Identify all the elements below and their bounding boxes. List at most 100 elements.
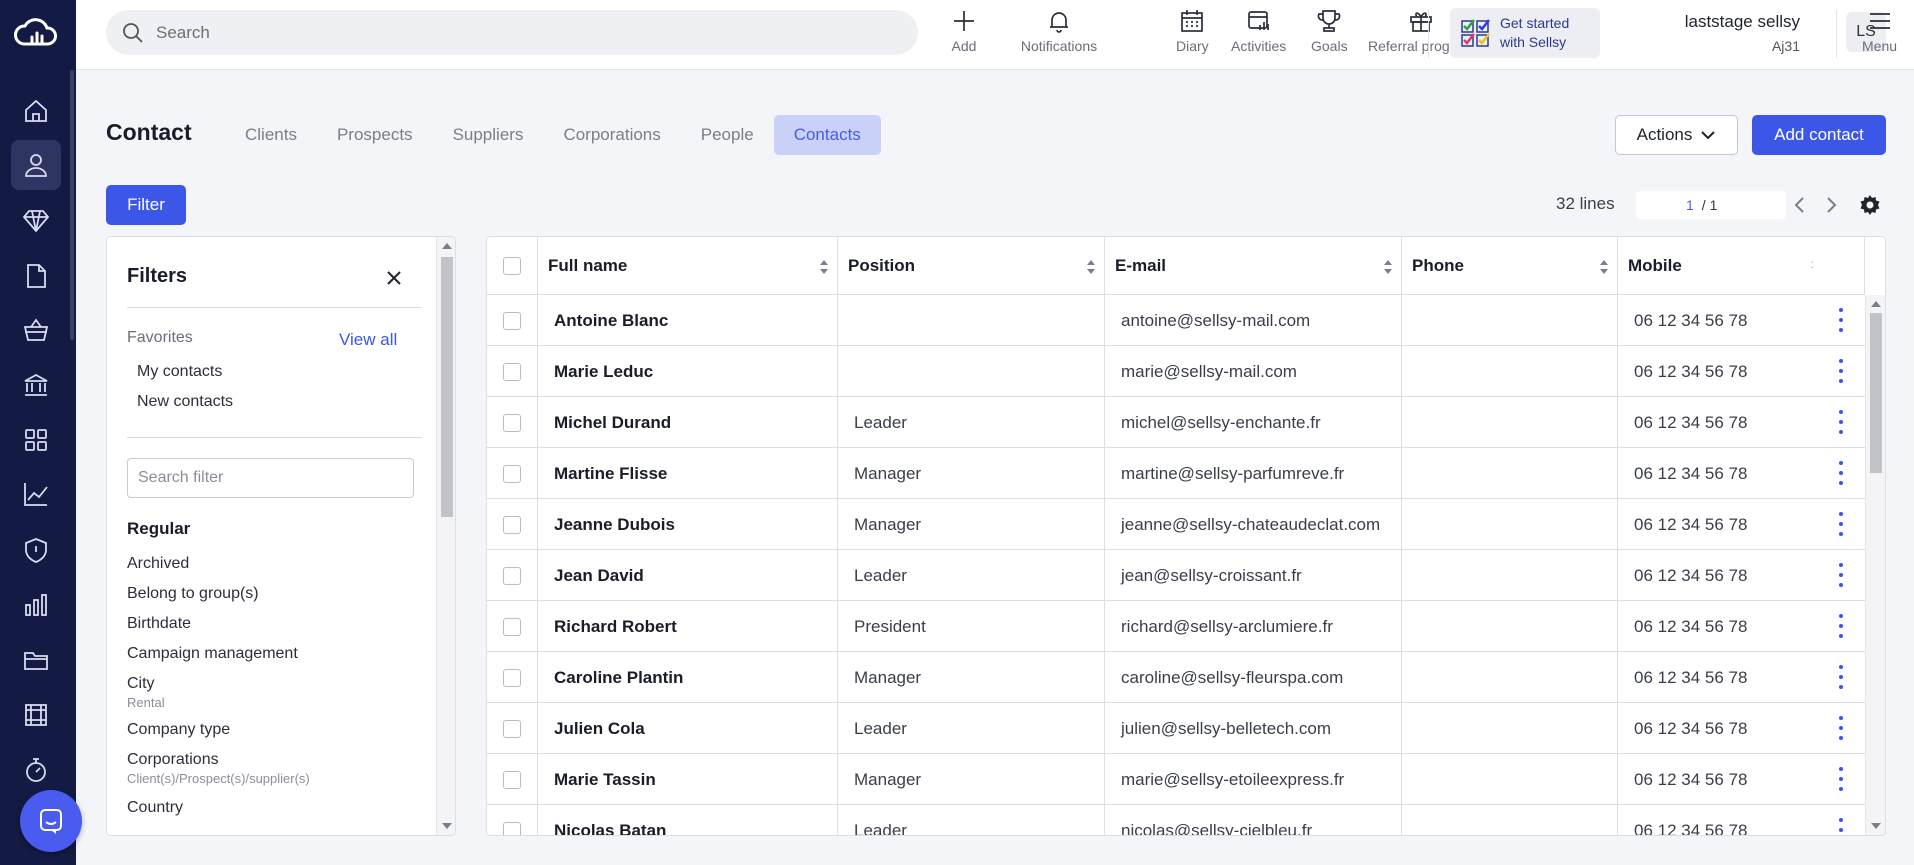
row-checkbox[interactable] (503, 821, 521, 835)
filters-scrollbar[interactable] (436, 237, 455, 835)
email-cell[interactable]: julien@sellsy-belletech.com (1105, 703, 1402, 754)
row-menu-icon[interactable] (1837, 716, 1845, 740)
table-row[interactable]: Antoine Blanc antoine@sellsy-mail.com 06 1… (487, 295, 1867, 346)
activities-button[interactable]: Activities (1231, 8, 1286, 54)
filter-option[interactable]: Belong to group(s) (127, 585, 259, 603)
full-name-cell[interactable]: Michel Durand (538, 397, 838, 448)
table-row[interactable]: Marie Tassin Manager marie@sellsy-etoileex… (487, 754, 1867, 805)
table-row[interactable]: Michel Durand Leader michel@sellsy-enchant… (487, 397, 1867, 448)
filter-option[interactable]: Birthdate (127, 615, 191, 633)
user-info[interactable]: laststage sellsy Aj31 (1630, 12, 1800, 54)
sort-icon[interactable] (1383, 259, 1393, 275)
table-row[interactable]: Richard Robert President richard@sellsy-ar… (487, 601, 1867, 652)
full-name-cell[interactable]: Caroline Plantin (538, 652, 838, 703)
sort-icon[interactable] (1599, 259, 1609, 275)
email-cell[interactable]: martine@sellsy-parfumreve.fr (1105, 448, 1402, 499)
shield-icon[interactable] (11, 525, 61, 575)
full-name-cell[interactable]: Richard Robert (538, 601, 838, 652)
row-menu-icon[interactable] (1837, 818, 1845, 835)
scroll-thumb[interactable] (441, 257, 453, 517)
table-row[interactable]: Marie Leduc marie@sellsy-mail.com 06 12 34… (487, 346, 1867, 397)
row-menu-icon[interactable] (1837, 563, 1845, 587)
get-started-button[interactable]: Get started with Sellsy (1450, 8, 1600, 58)
email-cell[interactable]: richard@sellsy-arclumiere.fr (1105, 601, 1402, 652)
apps-icon[interactable] (11, 415, 61, 465)
table-row[interactable]: Jean David Leader jean@sellsy-croissant.fr… (487, 550, 1867, 601)
full-name-cell[interactable]: Marie Tassin (538, 754, 838, 805)
column-position[interactable]: Position (838, 237, 1105, 295)
scroll-up-icon[interactable] (442, 243, 452, 249)
filter-option[interactable]: Country (127, 799, 183, 817)
column-phone[interactable]: Phone (1402, 237, 1618, 295)
filter-option[interactable]: Company type (127, 721, 230, 739)
email-cell[interactable]: antoine@sellsy-mail.com (1105, 295, 1402, 346)
table-scrollbar[interactable] (1865, 295, 1885, 835)
diary-button[interactable]: Diary (1176, 8, 1209, 54)
scroll-thumb[interactable] (1870, 313, 1882, 473)
next-page-button[interactable] (1817, 191, 1845, 219)
goals-button[interactable]: Goals (1311, 8, 1348, 54)
row-menu-icon[interactable] (1837, 359, 1845, 383)
global-search[interactable] (106, 10, 918, 55)
document-icon[interactable] (11, 251, 61, 301)
full-name-cell[interactable]: Martine Flisse (538, 448, 838, 499)
full-name-cell[interactable]: Julien Cola (538, 703, 838, 754)
row-checkbox[interactable] (503, 413, 521, 432)
full-name-cell[interactable]: Nicolas Batan (538, 805, 838, 835)
row-checkbox[interactable] (503, 362, 521, 381)
chart-line-icon[interactable] (11, 469, 61, 519)
basket-icon[interactable] (11, 305, 61, 355)
cloud-logo-icon[interactable] (12, 12, 60, 52)
search-filter-input[interactable] (127, 458, 414, 498)
row-menu-icon[interactable] (1837, 410, 1845, 434)
favorite-my-contacts[interactable]: My contacts (137, 363, 222, 381)
row-menu-icon[interactable] (1837, 461, 1845, 485)
filter-option[interactable]: Archived (127, 555, 189, 573)
actions-button[interactable]: Actions (1615, 115, 1738, 155)
table-row[interactable]: Julien Cola Leader julien@sellsy-belletech… (487, 703, 1867, 754)
tab-suppliers[interactable]: Suppliers (433, 115, 544, 155)
email-cell[interactable]: marie@sellsy-mail.com (1105, 346, 1402, 397)
folder-icon[interactable] (11, 635, 61, 685)
view-all-link[interactable]: View all (339, 330, 397, 350)
row-menu-icon[interactable] (1837, 308, 1845, 332)
row-checkbox[interactable] (503, 311, 521, 330)
full-name-cell[interactable]: Marie Leduc (538, 346, 838, 397)
filter-button[interactable]: Filter (106, 185, 186, 225)
prev-page-button[interactable] (1786, 191, 1814, 219)
row-checkbox[interactable] (503, 668, 521, 687)
email-cell[interactable]: nicolas@sellsy-cielbleu.fr (1105, 805, 1402, 835)
row-checkbox[interactable] (503, 617, 521, 636)
email-cell[interactable]: caroline@sellsy-fleurspa.com (1105, 652, 1402, 703)
filter-option[interactable]: Campaign management (127, 645, 298, 663)
row-checkbox[interactable] (503, 719, 521, 738)
page-current[interactable]: 1 (1686, 197, 1694, 213)
column-mobile[interactable]: Mobile : (1618, 237, 1865, 295)
table-row[interactable]: Martine Flisse Manager martine@sellsy-parf… (487, 448, 1867, 499)
column-email[interactable]: E-mail (1105, 237, 1402, 295)
tab-prospects[interactable]: Prospects (317, 115, 433, 155)
search-input[interactable] (156, 22, 856, 43)
filter-option[interactable]: City Rental (127, 675, 165, 710)
full-name-cell[interactable]: Jean David (538, 550, 838, 601)
add-button[interactable]: Add (951, 8, 977, 54)
contacts-icon[interactable] (11, 140, 61, 190)
row-checkbox[interactable] (503, 566, 521, 585)
email-cell[interactable]: jean@sellsy-croissant.fr (1105, 550, 1402, 601)
column-full-name[interactable]: Full name (538, 237, 838, 295)
favorite-new-contacts[interactable]: New contacts (137, 393, 233, 411)
full-name-cell[interactable]: Jeanne Dubois (538, 499, 838, 550)
page-input[interactable]: 1 / 1 (1636, 191, 1786, 219)
email-cell[interactable]: jeanne@sellsy-chateaudeclat.com (1105, 499, 1402, 550)
sort-icon[interactable] (1086, 259, 1096, 275)
email-cell[interactable]: marie@sellsy-etoileexpress.fr (1105, 754, 1402, 805)
rail-scrollbar[interactable] (70, 70, 74, 340)
tab-corporations[interactable]: Corporations (543, 115, 680, 155)
table-row[interactable]: Nicolas Batan Leader nicolas@sellsy-cielbl… (487, 805, 1867, 835)
table-row[interactable]: Caroline Plantin Manager caroline@sellsy-f… (487, 652, 1867, 703)
scroll-up-icon[interactable] (1871, 301, 1881, 307)
gear-icon[interactable] (1858, 193, 1882, 217)
table-row[interactable]: Jeanne Dubois Manager jeanne@sellsy-chatea… (487, 499, 1867, 550)
tab-people[interactable]: People (681, 115, 774, 155)
sort-icon[interactable] (819, 259, 829, 275)
